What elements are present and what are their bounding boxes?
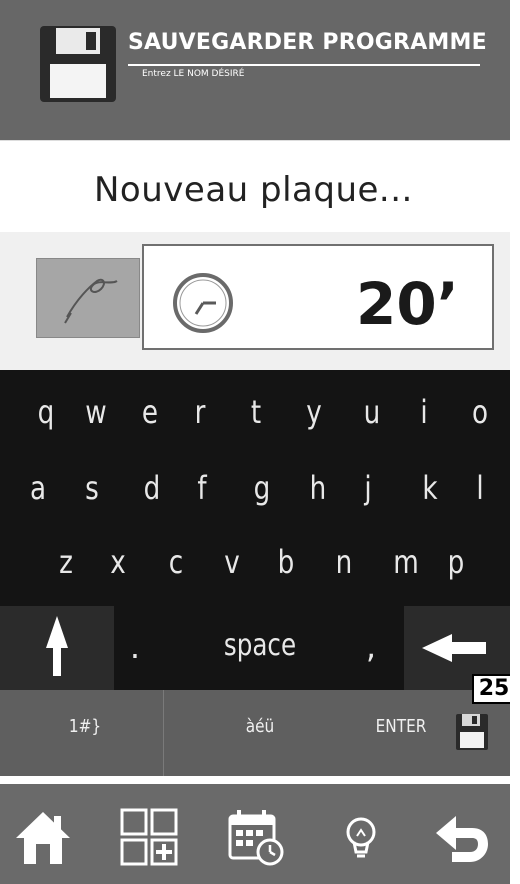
sketch-icon [64, 278, 118, 324]
key-n[interactable]: n [328, 542, 361, 582]
page-title: SAUVEGARDER PROGRAMME [128, 30, 487, 55]
undo-arrow-icon[interactable] [432, 806, 494, 868]
key-h[interactable]: h [302, 468, 335, 508]
key-e[interactable]: e [134, 392, 167, 432]
floppy-disk-icon [40, 26, 116, 102]
key-f[interactable]: f [186, 468, 219, 508]
program-name-value: Nouveau plaque... [94, 170, 413, 210]
page-subtitle: Entrez LE NOM DÉSIRÉ [142, 69, 245, 79]
key-u[interactable]: u [356, 392, 389, 432]
key-i[interactable]: i [408, 392, 441, 432]
function-row-divider [163, 690, 164, 776]
nav-separator [0, 776, 510, 784]
key-dot[interactable]: . [120, 628, 150, 666]
key-z[interactable]: z [50, 542, 83, 582]
shift-key[interactable] [0, 606, 114, 690]
floppy-small-icon[interactable] [452, 710, 492, 752]
numbers-symbols-key[interactable]: 1#} [47, 716, 124, 737]
key-c[interactable]: c [160, 542, 193, 582]
key-comma[interactable]: , [356, 628, 386, 666]
cooking-time-value: 20’ [356, 270, 459, 338]
key-y[interactable]: y [298, 392, 331, 432]
accents-key[interactable]: àéü [222, 716, 299, 737]
key-r[interactable]: r [184, 392, 217, 432]
lightbulb-icon[interactable] [330, 806, 392, 868]
sketch-thumbnail [36, 258, 140, 338]
virtual-keyboard: q w e r t y u i o a s d f g h j k l z x … [0, 370, 510, 606]
key-m[interactable]: m [390, 542, 423, 582]
key-x[interactable]: x [102, 542, 135, 582]
key-j[interactable]: j [352, 468, 385, 508]
key-g[interactable]: g [246, 468, 279, 508]
clock-icon [173, 273, 233, 333]
key-a[interactable]: a [22, 468, 55, 508]
key-p[interactable]: p [440, 542, 473, 582]
key-l[interactable]: l [464, 468, 497, 508]
key-v[interactable]: v [216, 542, 249, 582]
key-t[interactable]: t [240, 392, 273, 432]
home-icon[interactable] [12, 806, 74, 868]
key-d[interactable]: d [136, 468, 169, 508]
key-w[interactable]: w [80, 392, 113, 432]
key-b[interactable]: b [270, 542, 303, 582]
right-margin [510, 0, 520, 884]
key-space[interactable]: space [211, 628, 309, 663]
key-k[interactable]: k [414, 468, 447, 508]
arrow-up-icon [46, 616, 68, 676]
key-o[interactable]: o [464, 392, 497, 432]
key-s[interactable]: s [76, 468, 109, 508]
calendar-clock-icon[interactable] [224, 806, 286, 868]
title-underline [128, 64, 480, 66]
key-q[interactable]: q [30, 392, 63, 432]
grid-add-icon[interactable] [118, 806, 180, 868]
enter-key[interactable]: ENTER [363, 716, 440, 737]
